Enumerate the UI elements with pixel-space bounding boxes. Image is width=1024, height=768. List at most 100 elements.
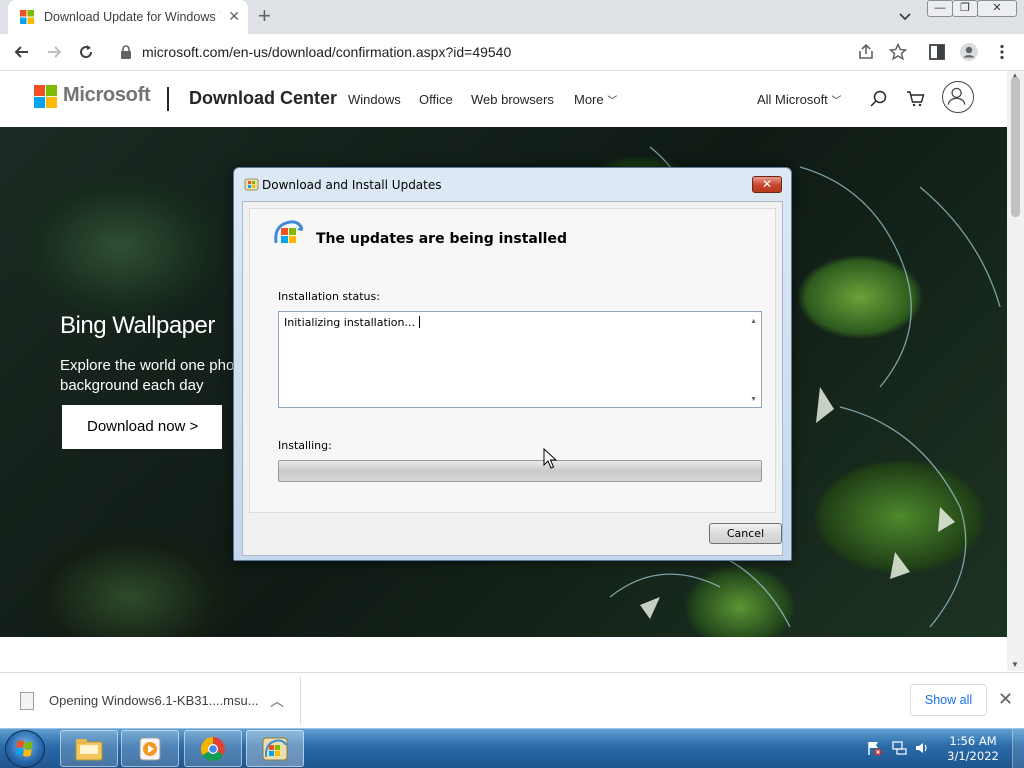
action-center-flag-icon[interactable] [866, 740, 882, 756]
network-icon[interactable] [891, 740, 907, 756]
all-microsoft-menu[interactable]: All Microsoft ﹀ [757, 92, 841, 107]
page-scrollbar[interactable]: ▲ ▼ [1007, 71, 1024, 671]
taskbar-clock[interactable]: 1:56 AM 3/1/2022 [945, 734, 1001, 764]
windows-taskbar: 1:56 AM 3/1/2022 [0, 728, 1024, 768]
hero-title: Bing Wallpaper [60, 312, 215, 339]
scroll-up-arrow-icon[interactable]: ▲ [750, 318, 757, 325]
installation-status-box[interactable]: Initializing installation... ▲ ▼ [278, 311, 762, 408]
scroll-down-arrow-icon[interactable]: ▼ [750, 396, 757, 403]
file-explorer-icon [75, 739, 103, 761]
reload-icon [80, 45, 93, 59]
dialog-title: Download and Install Updates [262, 178, 442, 192]
microsoft-favicon-icon [20, 10, 34, 24]
browser-titlebar: Download Update for Windows 7 ✕ + — ❐ ✕ [0, 0, 1024, 34]
windows-update-large-icon [274, 220, 304, 244]
clock-time: 1:56 AM [949, 734, 997, 748]
browser-menu-button[interactable] [992, 42, 1012, 62]
window-minimize-button[interactable]: — [927, 0, 953, 17]
reload-button[interactable] [76, 42, 96, 62]
download-item-label[interactable]: Opening Windows6.1-KB31....msu... [49, 693, 259, 708]
back-button[interactable] [12, 42, 32, 62]
status-message: Initializing installation... [284, 316, 416, 329]
browser-toolbar: microsoft.com/en-us/download/confirmatio… [0, 34, 1024, 71]
dialog-heading: The updates are being installed [316, 231, 567, 247]
dialog-body: The updates are being installed Installa… [242, 201, 783, 556]
lock-icon [121, 45, 131, 59]
browser-tab-active[interactable]: Download Update for Windows 7 ✕ [8, 0, 248, 34]
address-bar[interactable]: microsoft.com/en-us/download/confirmatio… [108, 37, 924, 67]
tab-close-icon[interactable]: ✕ [228, 8, 240, 24]
nav-link-office[interactable]: Office [419, 92, 453, 107]
nav-link-web-browsers[interactable]: Web browsers [471, 92, 554, 107]
nav-link-windows[interactable]: Windows [348, 92, 401, 107]
header-divider [167, 87, 169, 111]
account-icon [947, 87, 966, 105]
account-avatar[interactable] [942, 81, 974, 113]
install-progress-bar [278, 460, 762, 482]
volume-icon[interactable] [914, 740, 930, 756]
show-all-button[interactable]: Show all [910, 684, 987, 716]
profile-button[interactable] [959, 42, 979, 62]
file-icon [20, 692, 34, 710]
hero-subtitle: Explore the world one pho background eac… [60, 356, 235, 396]
profile-icon [960, 43, 978, 61]
cancel-button[interactable]: Cancel [709, 523, 782, 544]
hero-subtitle-line2: background each day [60, 377, 204, 394]
close-icon: ✕ [761, 177, 773, 191]
chevron-down-icon: ﹀ [607, 96, 618, 107]
arrow-left-icon [14, 46, 28, 58]
window-close-button[interactable]: ✕ [977, 0, 1017, 17]
mouse-cursor-icon [543, 448, 557, 469]
nav-more-label: More [574, 92, 604, 107]
forward-button[interactable] [44, 42, 64, 62]
scroll-down-arrow-icon[interactable]: ▼ [1011, 660, 1019, 669]
taskbar-chrome[interactable] [184, 730, 242, 767]
taskbar-windows-update[interactable] [246, 730, 304, 767]
share-button[interactable] [856, 42, 876, 62]
tab-title: Download Update for Windows 7 [44, 10, 220, 24]
taskbar-file-explorer[interactable] [60, 730, 118, 767]
shelf-close-icon[interactable]: ✕ [998, 689, 1013, 710]
windows-logo-icon [15, 740, 33, 757]
side-panel-icon [929, 44, 945, 60]
clock-date: 3/1/2022 [947, 749, 999, 763]
url-text: microsoft.com/en-us/download/confirmatio… [142, 44, 512, 60]
hero-subtitle-line1: Explore the world one pho [60, 357, 235, 374]
chevron-down-icon: ﹀ [831, 96, 842, 107]
close-icon: ✕ [992, 2, 1002, 14]
dialog-content-panel: The updates are being installed Installa… [249, 208, 776, 513]
restore-icon: ❐ [960, 2, 970, 14]
taskbar-media-player[interactable] [121, 730, 179, 767]
installation-status-label: Installation status: [278, 290, 380, 303]
dialog-close-button[interactable]: ✕ [752, 176, 782, 193]
chevron-up-icon[interactable]: ︿ [270, 691, 284, 711]
search-icon[interactable] [869, 89, 889, 109]
tab-search-chevron-icon[interactable] [897, 8, 913, 24]
kebab-menu-icon [1000, 44, 1004, 60]
installation-status-text: Initializing installation... [284, 316, 421, 329]
new-tab-button[interactable]: + [258, 4, 271, 28]
share-icon [859, 43, 873, 59]
text-caret [419, 316, 421, 328]
site-header: Microsoft Download Center Windows Office… [0, 71, 1007, 127]
cart-icon[interactable] [906, 89, 926, 109]
download-center-title[interactable]: Download Center [189, 88, 337, 109]
install-updates-dialog: Download and Install Updates ✕ The updat… [233, 167, 792, 561]
star-icon [888, 42, 908, 61]
installing-label: Installing: [278, 439, 332, 452]
chrome-icon [200, 737, 225, 762]
window-restore-button[interactable]: ❐ [952, 0, 978, 17]
bookmark-button[interactable] [888, 42, 908, 62]
side-panel-button[interactable] [927, 42, 947, 62]
windows-update-icon [244, 178, 259, 191]
start-button[interactable] [5, 730, 45, 768]
download-now-button[interactable]: Download now > [62, 405, 222, 449]
nav-link-more[interactable]: More ﹀ [574, 92, 617, 107]
minimize-icon: — [934, 2, 946, 14]
scrollbar-thumb[interactable] [1011, 77, 1020, 217]
microsoft-logo-icon[interactable] [34, 85, 58, 109]
show-desktop-button[interactable] [1012, 729, 1024, 768]
microsoft-wordmark[interactable]: Microsoft [63, 84, 151, 107]
download-shelf: Opening Windows6.1-KB31....msu... ︿ Show… [0, 672, 1024, 728]
windows-update-icon [262, 737, 288, 761]
